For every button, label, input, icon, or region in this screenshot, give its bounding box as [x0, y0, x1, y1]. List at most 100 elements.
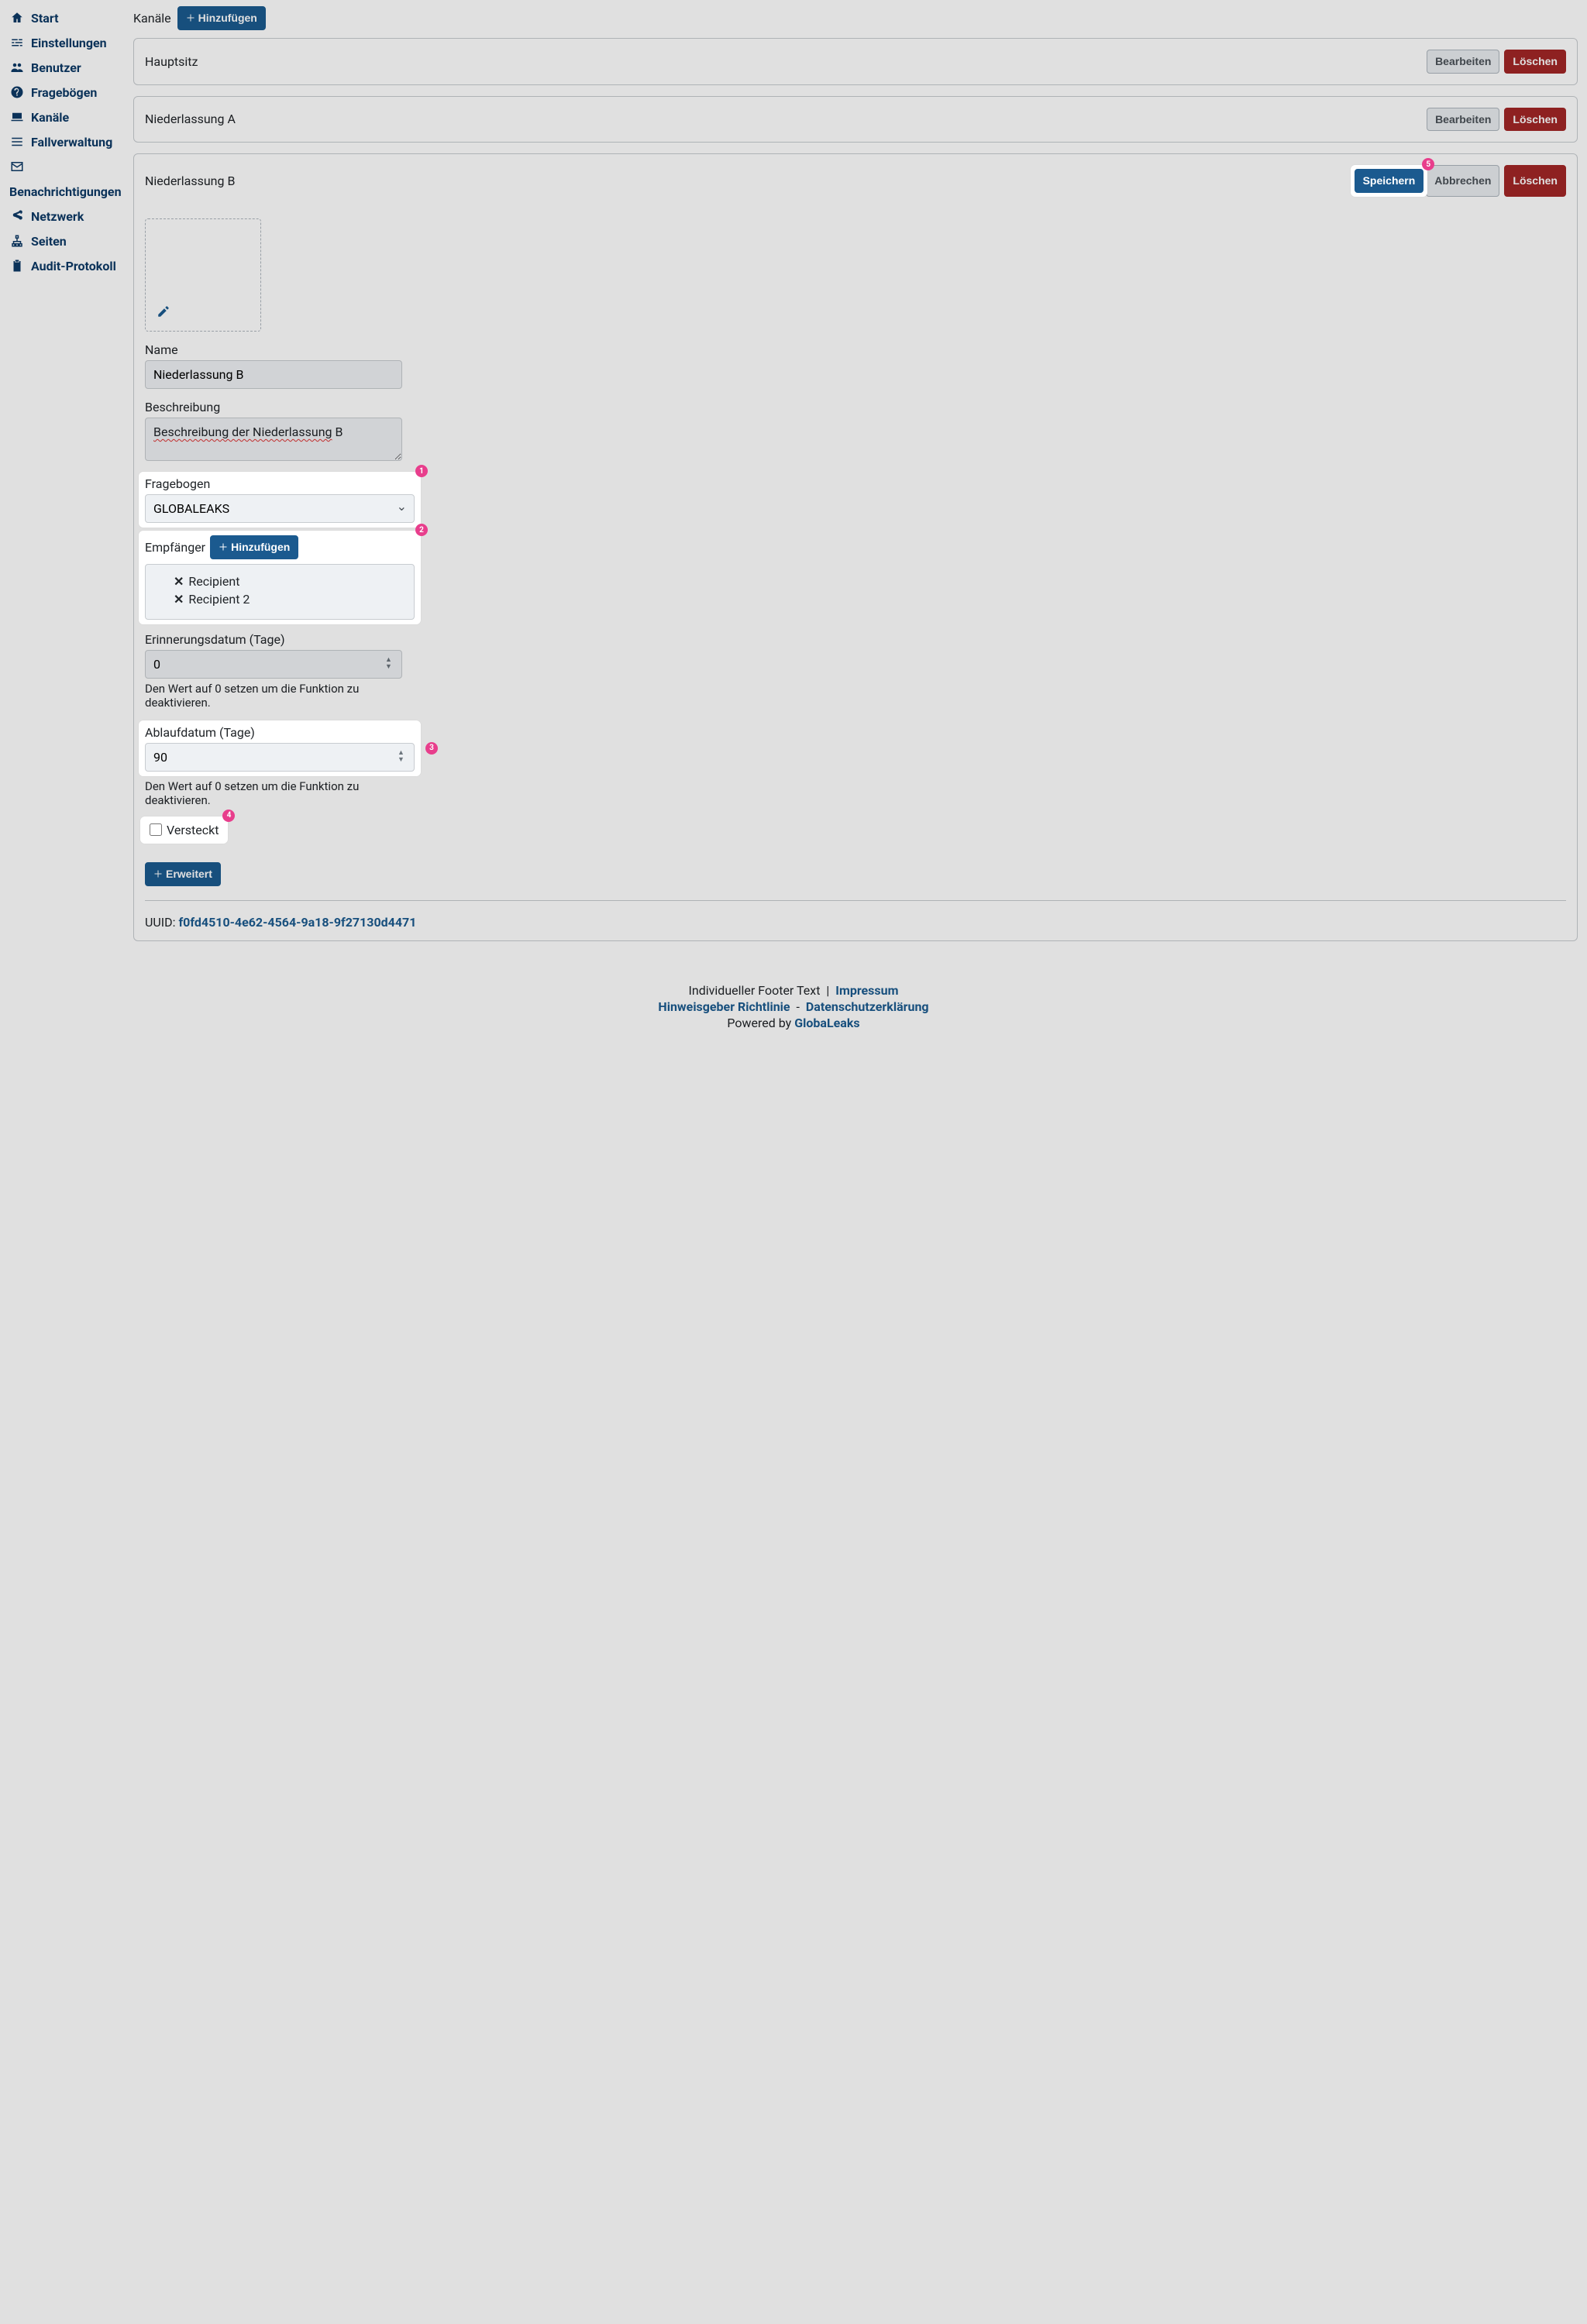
- stepper-icon[interactable]: ▲▼: [385, 656, 398, 672]
- footer-policy-link[interactable]: Hinweisgeber Richtlinie: [658, 999, 790, 1014]
- sidebar-item-audit[interactable]: Audit-Protokoll: [9, 254, 124, 279]
- sidebar-item-label: Seiten: [31, 232, 67, 251]
- step-badge-2: 2: [415, 524, 428, 536]
- remove-recipient-icon[interactable]: ✕: [174, 592, 184, 607]
- sidebar-item-network[interactable]: Netzwerk: [9, 205, 124, 229]
- clipboard-icon: [9, 257, 25, 276]
- sitemap-icon: [9, 232, 25, 251]
- sidebar-item-label: Fragebögen: [31, 84, 97, 102]
- sidebar-item-users[interactable]: Benutzer: [9, 56, 124, 81]
- channel-card: Hauptsitz Bearbeiten Löschen: [133, 38, 1578, 85]
- step-badge-4: 4: [222, 810, 235, 822]
- plus-icon: [153, 868, 163, 881]
- sidebar-item-settings[interactable]: Einstellungen: [9, 31, 124, 56]
- sidebar-item-label: Einstellungen: [31, 34, 107, 53]
- footer-privacy-link[interactable]: Datenschutzerklärung: [806, 999, 929, 1014]
- add-channel-button[interactable]: Hinzufügen: [177, 6, 266, 30]
- channel-title: Niederlassung A: [145, 112, 236, 126]
- edit-button[interactable]: Bearbeiten: [1427, 108, 1499, 132]
- questionnaire-select[interactable]: GLOBALEAKS: [145, 494, 415, 523]
- sidebar-item-notifications[interactable]: Benachrichtigungen: [9, 155, 124, 205]
- sidebar-item-case-mgmt[interactable]: Fallverwaltung: [9, 130, 124, 155]
- reminder-input[interactable]: [145, 650, 402, 679]
- edit-button[interactable]: Bearbeiten: [1427, 50, 1499, 74]
- stepper-icon[interactable]: ▲▼: [398, 749, 410, 765]
- name-input[interactable]: [145, 360, 402, 389]
- save-highlight: 5 Speichern: [1351, 165, 1428, 197]
- expiry-label: Ablaufdatum (Tage): [145, 725, 415, 740]
- sidebar-item-label: Audit-Protokoll: [31, 257, 116, 276]
- footer: Individueller Footer Text | Impressum Hi…: [0, 958, 1587, 1047]
- reminder-label: Erinnerungsdatum (Tage): [145, 632, 300, 647]
- channel-title: Hauptsitz: [145, 54, 198, 69]
- step-badge-1: 1: [415, 465, 428, 477]
- delete-button[interactable]: Löschen: [1504, 165, 1566, 197]
- delete-button[interactable]: Löschen: [1504, 108, 1566, 132]
- sliders-icon: [9, 34, 25, 53]
- button-label: Hinzufügen: [231, 541, 290, 554]
- hidden-highlight: 4 Versteckt: [140, 816, 228, 844]
- users-icon: [9, 59, 25, 77]
- recipient-item: ✕ Recipient 2: [155, 590, 404, 608]
- footer-custom-text: Individueller Footer Text: [689, 983, 821, 998]
- sidebar-item-label: Start: [31, 9, 59, 28]
- questionnaire-label: Fragebogen: [145, 476, 415, 491]
- page-title: Kanäle: [133, 11, 171, 26]
- main-content: Kanäle Hinzufügen Hauptsitz Bearbeiten L…: [133, 6, 1578, 952]
- delete-button[interactable]: Löschen: [1504, 50, 1566, 74]
- description-text-tail: B: [332, 425, 343, 439]
- channel-card: Niederlassung A Bearbeiten Löschen: [133, 96, 1578, 143]
- questionnaire-highlight: 1 Fragebogen GLOBALEAKS: [139, 472, 421, 528]
- hidden-checkbox[interactable]: [150, 823, 162, 836]
- description-text: Beschreibung der Niederlassung: [153, 425, 332, 439]
- uuid-row: UUID: f0fd4510-4e62-4564-9a18-9f27130d44…: [145, 915, 1566, 930]
- name-label: Name: [145, 342, 402, 357]
- uuid-link[interactable]: f0fd4510-4e62-4564-9a18-9f27130d4471: [178, 915, 416, 930]
- cancel-button[interactable]: Abbrechen: [1426, 165, 1499, 197]
- sidebar: Start Einstellungen Benutzer Fragebögen …: [9, 6, 124, 952]
- recipient-item: ✕ Recipient: [155, 572, 404, 590]
- expiry-input[interactable]: [145, 743, 415, 772]
- sidebar-item-channels[interactable]: Kanäle: [9, 105, 124, 130]
- hidden-label: Versteckt: [167, 823, 219, 837]
- button-label: Erweitert: [166, 868, 212, 881]
- recipients-highlight: 2 Empfänger Hinzufügen ✕ Recipient: [139, 531, 421, 624]
- question-icon: [9, 84, 25, 102]
- sidebar-item-label: Netzwerk: [31, 208, 84, 226]
- reminder-hint: Den Wert auf 0 setzen um die Funktion zu…: [145, 682, 362, 710]
- footer-separator: |: [826, 983, 829, 998]
- share-icon: [9, 208, 25, 226]
- laptop-icon: [9, 108, 25, 127]
- page-header: Kanäle Hinzufügen: [133, 6, 1578, 30]
- footer-powered-text: Powered by: [727, 1016, 794, 1030]
- description-input[interactable]: Beschreibung der Niederlassung B: [145, 418, 402, 461]
- channel-card-editing: Niederlassung B 5 Speichern Abbrechen Lö…: [133, 153, 1578, 940]
- sidebar-item-start[interactable]: Start: [9, 6, 124, 31]
- sidebar-item-label: Benachrichtigungen: [9, 183, 124, 201]
- plus-icon: [219, 541, 228, 554]
- remove-recipient-icon[interactable]: ✕: [174, 574, 184, 589]
- home-icon: [9, 9, 25, 28]
- footer-brand-link[interactable]: GlobaLeaks: [794, 1016, 859, 1030]
- plus-icon: [186, 12, 195, 25]
- add-recipient-button[interactable]: Hinzufügen: [210, 535, 298, 559]
- advanced-button[interactable]: Erweitert: [145, 862, 221, 886]
- button-label: Hinzufügen: [198, 12, 257, 25]
- hidden-checkbox-row[interactable]: Versteckt: [145, 820, 223, 841]
- recipients-label: Empfänger: [145, 540, 205, 555]
- save-button[interactable]: Speichern: [1355, 169, 1424, 193]
- sidebar-item-label: Kanäle: [31, 108, 69, 127]
- divider: [145, 900, 1566, 901]
- sidebar-item-questionnaires[interactable]: Fragebögen: [9, 81, 124, 105]
- envelope-icon: [9, 158, 25, 177]
- step-badge-3: 3: [425, 742, 438, 755]
- recipient-name: Recipient: [188, 574, 239, 589]
- sidebar-item-label: Benutzer: [31, 59, 81, 77]
- image-upload-box[interactable]: [145, 218, 261, 332]
- recipients-box: ✕ Recipient ✕ Recipient 2: [145, 564, 415, 620]
- edit-icon[interactable]: [157, 304, 170, 320]
- footer-impressum-link[interactable]: Impressum: [835, 983, 898, 998]
- expiry-highlight: 3 Ablaufdatum (Tage) ▲▼: [139, 720, 421, 776]
- sidebar-item-pages[interactable]: Seiten: [9, 229, 124, 254]
- list-icon: [9, 133, 25, 152]
